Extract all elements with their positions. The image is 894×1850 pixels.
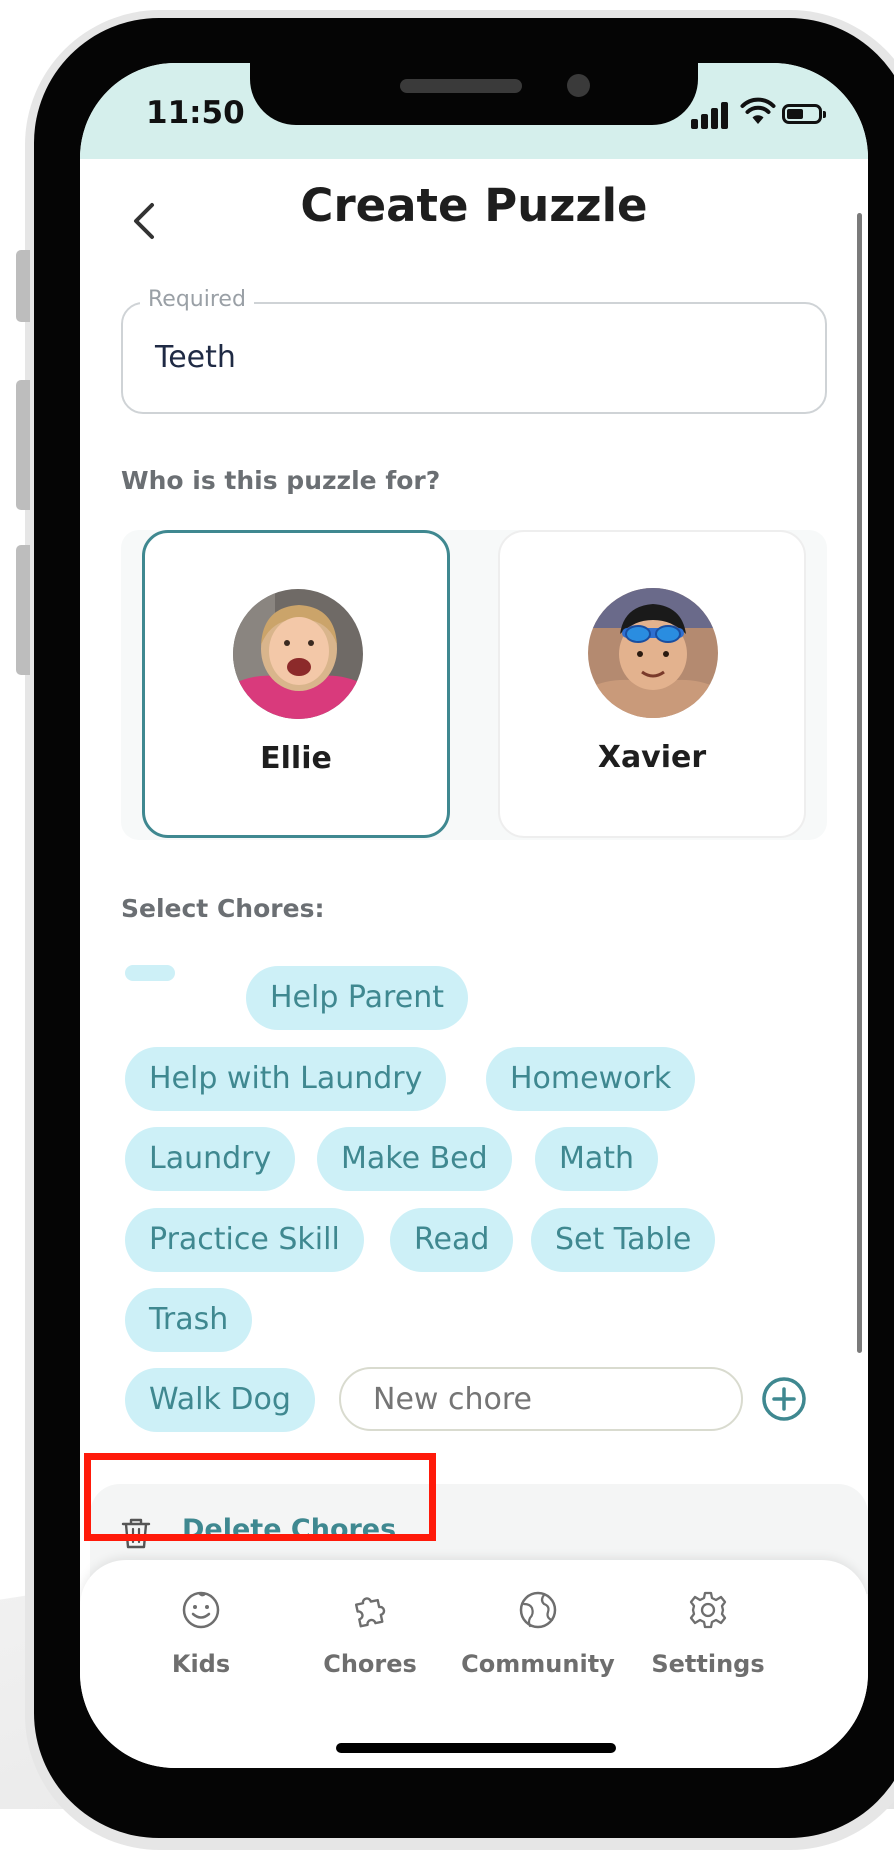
bottom-nav: Kids Chores Community Settings bbox=[80, 1560, 868, 1768]
phone-volume-up-button bbox=[16, 380, 30, 510]
puzzle-name-field[interactable]: Required Teeth bbox=[121, 287, 827, 414]
nav-label-community: Community bbox=[461, 1650, 615, 1678]
nav-label-settings: Settings bbox=[651, 1650, 765, 1678]
page-title: Create Puzzle bbox=[300, 179, 648, 232]
chore-chip-trash[interactable]: Trash bbox=[125, 1288, 253, 1352]
nav-item-community[interactable]: Community bbox=[453, 1590, 623, 1700]
status-time: 11:50 bbox=[146, 95, 245, 131]
chore-chip-empty[interactable] bbox=[125, 965, 175, 981]
nav-label-kids: Kids bbox=[171, 1650, 231, 1678]
wifi-icon bbox=[740, 97, 776, 124]
puzzle-piece-icon bbox=[354, 1597, 386, 1628]
phone-camera bbox=[567, 74, 590, 97]
smiley-face-icon bbox=[182, 1591, 220, 1629]
chore-chip-math[interactable]: Math bbox=[535, 1127, 659, 1191]
avatar-ellie bbox=[233, 589, 363, 719]
kid-card-xavier[interactable]: Xavier bbox=[498, 530, 806, 838]
kid-name-ellie: Ellie bbox=[260, 741, 332, 776]
scrollbar[interactable] bbox=[857, 213, 862, 1353]
kids-section-label: Who is this puzzle for? bbox=[121, 466, 441, 495]
puzzle-name-label: Required bbox=[140, 287, 254, 312]
new-chore-input[interactable] bbox=[339, 1367, 743, 1431]
avatar-xavier bbox=[588, 588, 718, 718]
add-chore-plus-icon[interactable] bbox=[761, 1376, 807, 1422]
battery-icon bbox=[782, 104, 826, 124]
chore-chip-make-bed[interactable]: Make Bed bbox=[317, 1127, 512, 1191]
phone-mute-switch bbox=[16, 250, 30, 322]
chore-chip-read[interactable]: Read bbox=[390, 1208, 514, 1272]
chore-chip-set-table[interactable]: Set Table bbox=[531, 1208, 716, 1272]
chore-chip-laundry[interactable]: Laundry bbox=[125, 1127, 296, 1191]
phone-speaker bbox=[400, 79, 522, 93]
kid-name-xavier: Xavier bbox=[597, 740, 707, 775]
chore-chip-walk-dog[interactable]: Walk Dog bbox=[125, 1368, 315, 1432]
kid-card-ellie[interactable]: Ellie bbox=[142, 530, 450, 838]
chore-chip-homework[interactable]: Homework bbox=[486, 1047, 696, 1111]
nav-label-chores: Chores bbox=[323, 1650, 417, 1678]
globe-icon bbox=[519, 1591, 557, 1629]
cellular-signal-icon bbox=[691, 101, 733, 129]
chore-chip-practice-skill[interactable]: Practice Skill bbox=[125, 1208, 364, 1272]
chore-chip-help-parent[interactable]: Help Parent bbox=[246, 966, 468, 1030]
gear-icon bbox=[689, 1591, 727, 1629]
phone-notch bbox=[250, 63, 698, 125]
puzzle-name-value[interactable]: Teeth bbox=[155, 340, 236, 375]
nav-item-kids[interactable]: Kids bbox=[116, 1590, 286, 1700]
nav-item-chores[interactable]: Chores bbox=[285, 1590, 455, 1700]
chores-section-label: Select Chores: bbox=[121, 894, 325, 923]
phone-volume-down-button bbox=[16, 545, 30, 675]
nav-item-settings[interactable]: Settings bbox=[623, 1590, 793, 1700]
highlight-box bbox=[84, 1453, 436, 1541]
chore-chip-help-with-laundry[interactable]: Help with Laundry bbox=[125, 1047, 447, 1111]
home-indicator bbox=[336, 1743, 616, 1753]
